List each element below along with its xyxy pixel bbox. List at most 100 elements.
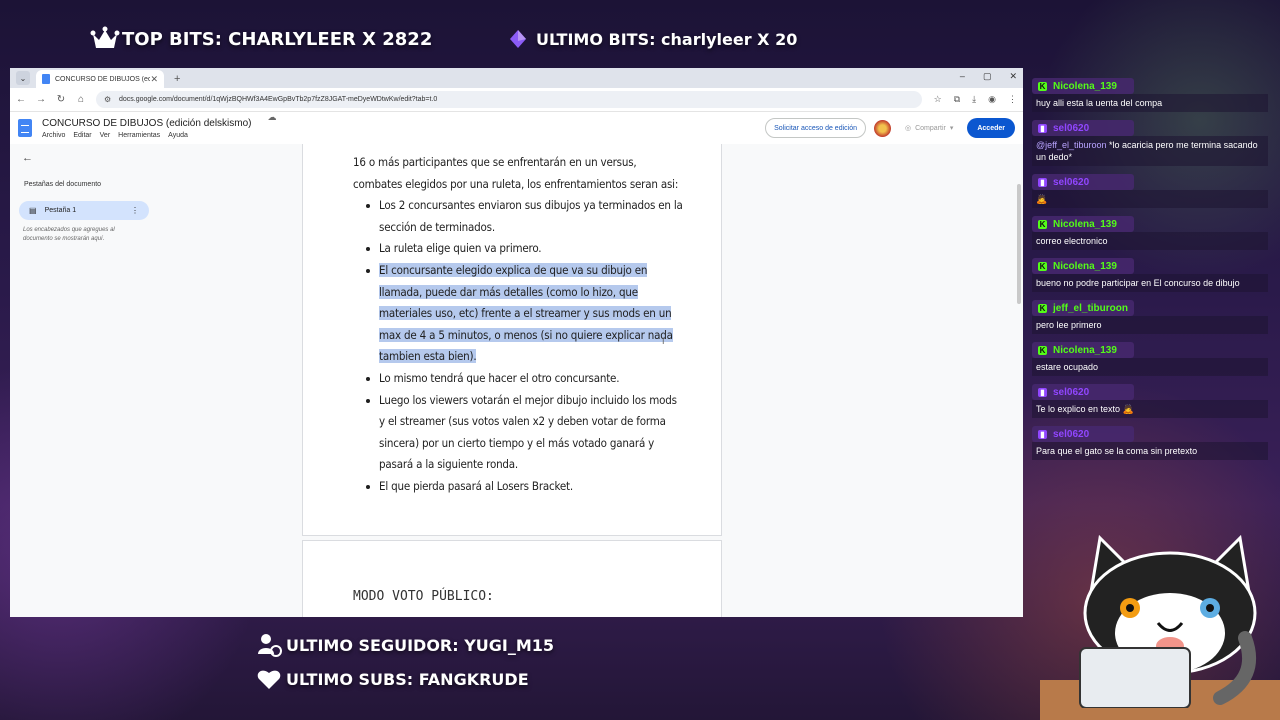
site-info-icon[interactable]: ⚙	[104, 95, 113, 104]
list-item: Lo mismo tendrá que hacer el otro concur…	[366, 368, 683, 390]
back-arrow-icon[interactable]: ←	[22, 152, 33, 164]
twitch-badge-icon: ▮	[1038, 123, 1047, 133]
menu-ver[interactable]: Ver	[100, 132, 111, 139]
tab-search-button[interactable]: ⌄	[16, 71, 30, 85]
close-window-button[interactable]: ✕	[1009, 71, 1017, 82]
scrollbar[interactable]	[1017, 184, 1021, 304]
chat-username[interactable]: K Nicolena_139	[1032, 78, 1134, 94]
chat-username-text: Nicolena_139	[1053, 218, 1117, 230]
last-subs-text: ULTIMO SUBS: FANGKRUDE	[286, 669, 529, 689]
docs-favicon-icon	[42, 74, 50, 84]
chat-username-text: sel0620	[1053, 122, 1090, 134]
top-bits-text: TOP BITS: CHARLYLEER X 2822	[122, 28, 433, 50]
download-icon[interactable]: ⤓	[972, 94, 976, 105]
last-follower-text: ULTIMO SEGUIDOR: YUGI_M15	[286, 635, 555, 655]
chat-message-text: @jeff_el_tiburoon *lo acaricia pero me t…	[1032, 136, 1268, 166]
request-edit-button[interactable]: Solicitar acceso de edición	[765, 118, 866, 138]
menu-archivo[interactable]: Archivo	[42, 132, 65, 139]
chat-username[interactable]: Kjeff_el_tiburoon	[1032, 300, 1134, 316]
sidebar-item-label: Pestaña 1	[44, 207, 77, 214]
chat-mention[interactable]: @jeff_el_tiburoon	[1036, 140, 1107, 150]
tab-strip: ⌄ CONCURSO DE DIBUJOS (edic ✕ + – ▢ ✕	[10, 68, 1023, 88]
heart-icon	[257, 670, 281, 689]
chat-text: Te lo explico en texto 🙇	[1036, 404, 1134, 414]
chat-message-text: bueno no podre participar en El concurso…	[1032, 274, 1268, 292]
chat-message: Kjeff_el_tiburoon pero lee primero	[1032, 300, 1268, 334]
chat-message-text: huy alli esta la uenta del compa	[1032, 94, 1268, 112]
more-options-icon[interactable]: ⋮	[131, 206, 139, 215]
google-docs-logo-icon[interactable]	[18, 119, 32, 137]
chat-message: K Nicolena_139 estare ocupado	[1032, 342, 1268, 376]
chat-message: K Nicolena_139 huy alli esta la uenta del …	[1032, 78, 1268, 112]
menu-editar[interactable]: Editar	[73, 132, 91, 139]
tab-title: CONCURSO DE DIBUJOS (edic	[55, 75, 151, 83]
document-title[interactable]: CONCURSO DE DIBUJOS (edición delskismo)	[42, 118, 252, 129]
chat-message-text: Para que el gato se la coma sin pretexto	[1032, 442, 1268, 460]
rules-list: Los 2 concursantes enviaron sus dibujos …	[366, 195, 683, 497]
menu-herramientas[interactable]: Herramientas	[118, 132, 160, 139]
chat-message: ▮ sel0620 @jeff_el_tiburoon *lo acaricia p…	[1032, 120, 1268, 166]
chat-username[interactable]: K Nicolena_139	[1032, 216, 1134, 232]
list-item: El concursante elegido explica de que va…	[366, 260, 683, 368]
chat-text: 🙇	[1036, 194, 1048, 204]
avatar[interactable]	[874, 119, 891, 137]
chat-username[interactable]: ▮ sel0620	[1032, 120, 1134, 136]
chat-username[interactable]: K Nicolena_139	[1032, 258, 1134, 274]
navigation-bar: ← → ↻ ⌂ ⚙ docs.google.com/document/d/1qW…	[10, 88, 1023, 112]
browser-tab[interactable]: CONCURSO DE DIBUJOS (edic ✕	[36, 70, 164, 88]
chat-text: bueno no podre participar en El concurso…	[1036, 278, 1240, 288]
back-icon[interactable]: ←	[16, 94, 26, 105]
docs-menu-bar: Archivo Editar Ver Herramientas Ayuda	[42, 132, 277, 139]
document-content[interactable]: 16 o más participantes que se enfrentará…	[353, 152, 683, 498]
profile-icon[interactable]: ◉	[988, 94, 996, 105]
bookmark-star-icon[interactable]: ☆	[934, 94, 942, 105]
document-page[interactable]: 16 o más participantes que se enfrentará…	[302, 144, 722, 536]
window-controls: – ▢ ✕	[960, 71, 1017, 82]
chat-message: ▮ sel0620 Te lo explico en texto 🙇	[1032, 384, 1268, 418]
menu-ayuda[interactable]: Ayuda	[168, 132, 188, 139]
minimize-button[interactable]: –	[960, 71, 965, 82]
document-page-2[interactable]: MODO VOTO PÚBLICO:	[302, 540, 722, 617]
list-item: La ruleta elige quien va primero.	[366, 238, 683, 260]
last-subs-banner: ULTIMO SUBS: FANGKRUDE	[256, 666, 529, 692]
browser-menu-icon[interactable]: ⋮	[1008, 94, 1017, 105]
share-button[interactable]: ◎ Compartir ▾	[899, 124, 959, 133]
chat-text: correo electronico	[1036, 236, 1108, 246]
docs-header: CONCURSO DE DIBUJOS (edición delskismo) …	[10, 112, 1023, 144]
list-item: Los 2 concursantes enviaron sus dibujos …	[366, 195, 683, 238]
crown-icon	[90, 26, 120, 48]
sidebar-title: Pestañas del documento	[24, 181, 102, 188]
new-tab-button[interactable]: +	[174, 73, 180, 85]
globe-icon: ◎	[905, 125, 912, 132]
home-icon[interactable]: ⌂	[76, 94, 86, 105]
url-text: docs.google.com/document/d/1qWjzBQHWf3A4…	[119, 96, 438, 103]
list-item: Luego los viewers votarán el mejor dibuj…	[366, 390, 683, 476]
chat-message-text: correo electronico	[1032, 232, 1268, 250]
chat-message: K Nicolena_139correo electronico	[1032, 216, 1268, 250]
chat-message: ▮ sel0620 🙇	[1032, 174, 1268, 208]
section-heading: MODO VOTO PÚBLICO:	[353, 589, 494, 604]
kick-badge-icon: K	[1038, 219, 1047, 229]
chat-username-text: Nicolena_139	[1053, 344, 1117, 356]
kick-badge-icon: K	[1038, 81, 1047, 91]
document-area: ← Pestañas del documento ▤ Pestaña 1 ⋮ L…	[10, 144, 1023, 617]
extensions-icon[interactable]: ⧉	[954, 94, 960, 105]
document-tab-icon: ▤	[29, 206, 37, 215]
forward-icon[interactable]: →	[36, 94, 46, 105]
chat-username[interactable]: ▮ sel0620	[1032, 426, 1134, 442]
sidebar-item-pestana-1[interactable]: ▤ Pestaña 1 ⋮	[19, 201, 149, 220]
twitch-badge-icon: ▮	[1038, 177, 1047, 187]
reload-icon[interactable]: ↻	[56, 94, 66, 105]
maximize-button[interactable]: ▢	[983, 71, 992, 82]
last-bits-banner: ULTIMO BITS: charlyleer X 20	[508, 26, 797, 52]
chat-text: Para que el gato se la coma sin pretexto	[1036, 446, 1198, 456]
login-button[interactable]: Acceder	[967, 118, 1015, 138]
chat-username[interactable]: K Nicolena_139	[1032, 342, 1134, 358]
close-tab-icon[interactable]: ✕	[150, 74, 158, 85]
chat-message: ▮ sel0620 Para que el gato se la coma sin …	[1032, 426, 1268, 460]
twitch-badge-icon: ▮	[1038, 429, 1047, 439]
last-bits-text: ULTIMO BITS: charlyleer X 20	[536, 29, 798, 49]
address-bar[interactable]: ⚙ docs.google.com/document/d/1qWjzBQHWf3…	[96, 91, 922, 108]
chat-username[interactable]: ▮ sel0620	[1032, 174, 1134, 190]
chat-username[interactable]: ▮ sel0620	[1032, 384, 1134, 400]
